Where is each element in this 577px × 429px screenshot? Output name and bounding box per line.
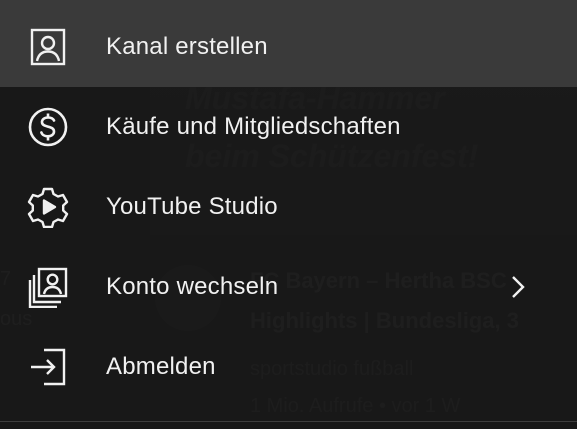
menu-item-purchases[interactable]: Käufe und Mitgliedschaften xyxy=(0,87,577,167)
menu-item-label: Konto wechseln xyxy=(106,273,279,300)
menu-item-sign-out[interactable]: Abmelden xyxy=(0,327,577,407)
menu-item-switch-account[interactable]: Konto wechseln xyxy=(0,247,577,327)
account-menu: Kanal erstellen Käufe und Mitgliedschaft… xyxy=(0,7,577,429)
menu-item-label: Kanal erstellen xyxy=(106,33,268,60)
sign-out-icon xyxy=(26,345,70,389)
chevron-right-icon xyxy=(505,275,529,299)
menu-bottom-divider xyxy=(0,421,577,422)
menu-item-create-channel[interactable]: Kanal erstellen xyxy=(0,7,577,87)
account-box-icon xyxy=(26,25,70,69)
dollar-circle-icon xyxy=(26,105,70,149)
switch-account-icon xyxy=(26,265,70,309)
menu-item-label: Käufe und Mitgliedschaften xyxy=(106,113,401,140)
menu-top-edge xyxy=(0,0,577,7)
menu-item-label: Abmelden xyxy=(106,353,216,380)
menu-item-label: YouTube Studio xyxy=(106,193,278,220)
menu-item-youtube-studio[interactable]: YouTube Studio xyxy=(0,167,577,247)
studio-gear-play-icon xyxy=(26,185,70,229)
